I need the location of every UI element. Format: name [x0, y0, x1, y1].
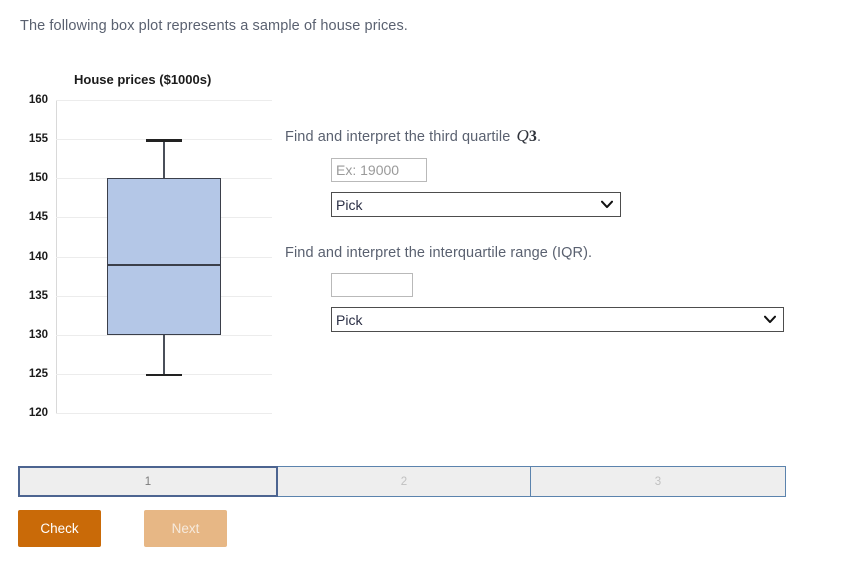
button-row: Check Next — [18, 510, 227, 547]
box-plot-lower-whisker — [163, 334, 165, 374]
progress-bar[interactable]: 123 — [18, 466, 786, 497]
gridline — [56, 413, 272, 414]
question-prompt-iqr: Find and interpret the interquartile ran… — [285, 245, 842, 261]
plot-area: 160 155 150 145 140 135 130 125 120 — [29, 94, 272, 419]
progress-step-3[interactable]: 3 — [530, 466, 786, 497]
y-axis-tick-label: 150 — [28, 172, 48, 185]
y-axis-tick-label: 120 — [28, 407, 48, 419]
question-prompt-q3-period: . — [536, 129, 542, 145]
gridline — [56, 100, 272, 101]
y-axis-tick-label: 145 — [28, 211, 48, 224]
progress-step-1[interactable]: 1 — [18, 466, 278, 497]
question-panel: Find and interpret the third quartile Q3… — [285, 0, 842, 460]
question-block-iqr: Find and interpret the interquartile ran… — [285, 245, 842, 332]
box-plot-median-line — [107, 264, 221, 266]
y-axis-tick-label: 155 — [28, 133, 48, 146]
answer-input-q3[interactable] — [331, 158, 427, 182]
progress-step-2[interactable]: 2 — [278, 466, 531, 497]
box-plot-box — [107, 178, 221, 335]
question-block-q3: Find and interpret the third quartile Q3… — [285, 126, 842, 217]
interpretation-select-iqr[interactable]: Pick — [331, 307, 784, 332]
question-prompt-q3-text: Find and interpret the third quartile — [285, 129, 515, 145]
answer-input-iqr[interactable] — [331, 273, 413, 297]
y-axis-tick-label: 140 — [28, 250, 48, 263]
box-plot-upper-whisker — [163, 139, 165, 179]
y-axis-tick-label: 130 — [28, 328, 48, 341]
y-axis-tick-label: 125 — [28, 367, 48, 380]
box-plot-upper-whisker-cap — [146, 139, 182, 142]
next-button[interactable]: Next — [144, 510, 227, 547]
question-prompt-q3: Find and interpret the third quartile Q3… — [285, 126, 842, 146]
math-symbol-q: Q3 — [516, 126, 537, 145]
chart-title: House prices ($1000s) — [74, 72, 212, 87]
y-axis-tick-label: 160 — [28, 94, 48, 106]
box-plot-chart: House prices ($1000s) 160 155 150 145 140 135… — [0, 60, 280, 430]
interpretation-select-q3[interactable]: Pick — [331, 192, 621, 217]
question-prompt-iqr-text: Find and interpret the interquartile ran… — [285, 245, 593, 261]
y-axis-tick-label: 135 — [28, 289, 48, 302]
check-button[interactable]: Check — [18, 510, 101, 547]
box-plot-lower-whisker-cap — [146, 373, 182, 377]
